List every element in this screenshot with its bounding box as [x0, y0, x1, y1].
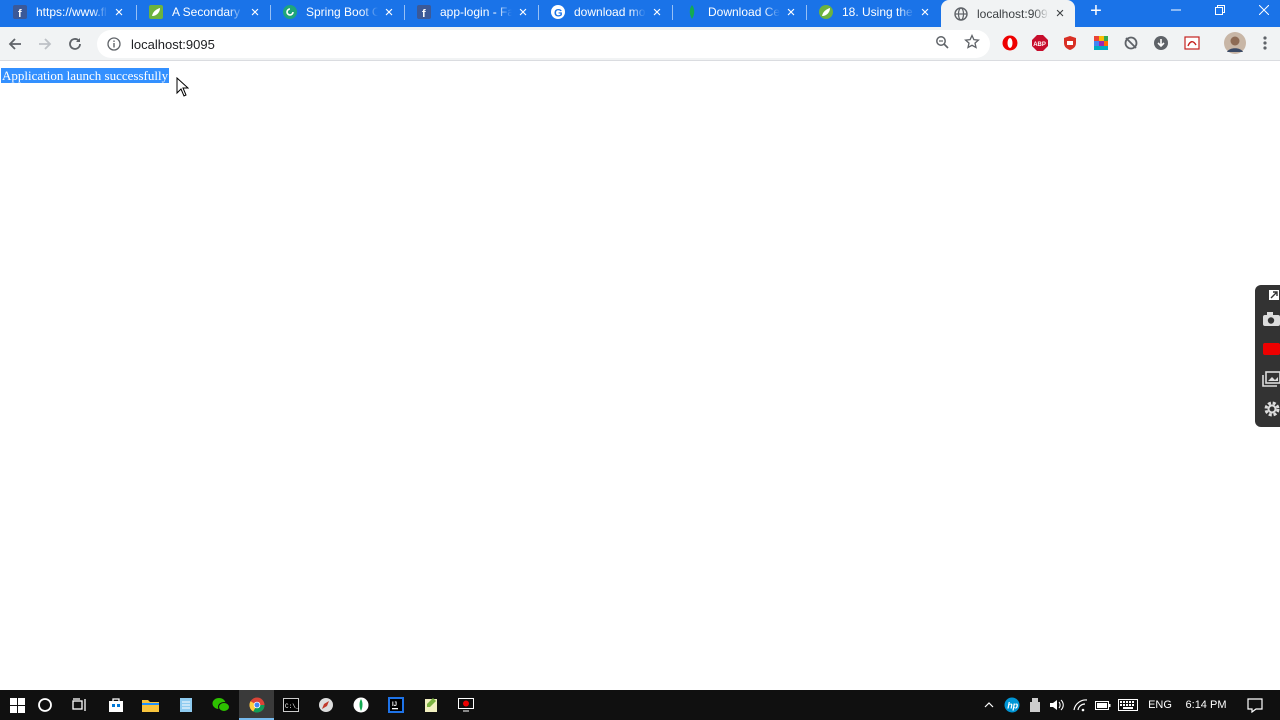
address-bar[interactable]: localhost:9095 — [97, 30, 990, 58]
windows-taskbar: C:\_ IJ hp ENG 6:14 PM — [0, 690, 1280, 720]
chrome-icon[interactable] — [239, 690, 274, 720]
tab-title: Download Cen — [708, 5, 780, 19]
tab-title: 18. Using the — [842, 5, 914, 19]
bookmark-star-icon[interactable] — [963, 33, 981, 51]
screen-recorder-widget — [1255, 285, 1280, 427]
download-extension-icon[interactable] — [1153, 35, 1169, 51]
svg-text:C:\_: C:\_ — [285, 703, 299, 710]
svg-text:G: G — [554, 8, 563, 20]
sync-extension-icon[interactable] — [1123, 35, 1139, 51]
close-tab-icon[interactable]: × — [516, 5, 530, 20]
globe-icon — [954, 6, 968, 21]
command-prompt-icon[interactable]: C:\_ — [273, 690, 308, 720]
pdf-extension-icon[interactable] — [1184, 35, 1200, 51]
hp-icon[interactable]: hp — [1002, 690, 1022, 720]
mouse-cursor-icon — [176, 77, 189, 97]
svg-text:hp: hp — [1007, 701, 1018, 711]
close-tab-icon[interactable]: × — [248, 5, 262, 20]
gallery-icon[interactable] — [1255, 367, 1280, 391]
battery-icon[interactable] — [1093, 690, 1113, 720]
intellij-idea-icon[interactable]: IJ — [378, 690, 413, 720]
google-icon: G — [551, 5, 565, 19]
volume-icon[interactable] — [1047, 690, 1067, 720]
notifications-icon[interactable] — [1240, 690, 1270, 720]
task-view-icon[interactable] — [62, 690, 97, 720]
forward-button[interactable] — [32, 31, 58, 57]
tab-4[interactable]: f app-login - Fa × — [404, 0, 538, 24]
video-record-icon[interactable] — [1255, 337, 1280, 361]
close-tab-icon[interactable]: × — [112, 5, 126, 20]
reload-button[interactable] — [62, 31, 88, 57]
pin-icon[interactable] — [1255, 288, 1280, 302]
tab-6[interactable]: Download Cen × — [672, 0, 806, 24]
language-indicator[interactable]: ENG — [1144, 690, 1176, 720]
refresh-green-icon — [283, 5, 297, 19]
keyboard-icon[interactable] — [1116, 690, 1140, 720]
launch-message: Application launch successfully — [1, 68, 170, 83]
svg-text:f: f — [422, 8, 426, 19]
back-button[interactable] — [2, 31, 28, 57]
tab-3[interactable]: Spring Boot O × — [270, 0, 404, 24]
camera-icon[interactable] — [1255, 307, 1280, 331]
svg-text:ABP: ABP — [1033, 42, 1046, 48]
minimize-button[interactable] — [1154, 0, 1198, 20]
facebook-icon: f — [417, 5, 431, 19]
page-content: Application launch successfully — [0, 62, 1280, 690]
tab-title: app-login - Fa — [440, 5, 512, 19]
usb-device-icon[interactable] — [1026, 690, 1044, 720]
tab-7[interactable]: 18. Using the × — [806, 0, 940, 24]
close-tab-icon[interactable]: × — [918, 5, 932, 20]
rocket-app-icon[interactable] — [308, 690, 343, 720]
color-grid-extension-icon[interactable] — [1093, 35, 1109, 51]
search-cortana-icon[interactable] — [27, 690, 62, 720]
store-icon[interactable] — [98, 690, 133, 720]
file-explorer-icon[interactable] — [133, 690, 168, 720]
tab-title: Spring Boot O — [306, 5, 378, 19]
shield-extension-icon[interactable] — [1062, 35, 1078, 51]
browser-toolbar: localhost:9095 ABP — [0, 27, 1280, 61]
notepad-plus-icon[interactable] — [413, 690, 448, 720]
svg-text:IJ: IJ — [392, 702, 397, 708]
spring-leaf-icon — [149, 5, 163, 19]
mongodb-compass-icon[interactable] — [343, 690, 378, 720]
wifi-icon[interactable] — [1071, 690, 1091, 720]
facebook-icon: f — [13, 5, 27, 19]
tab-title: https://www.fl — [36, 5, 108, 19]
zoom-icon[interactable] — [933, 33, 951, 51]
restore-button[interactable] — [1198, 0, 1242, 20]
spring-leaf-icon — [819, 5, 833, 19]
url-text: localhost:9095 — [131, 36, 215, 52]
tab-title: download mo — [574, 5, 646, 19]
tab-1[interactable]: f https://www.fl × — [0, 0, 134, 24]
tab-5[interactable]: G download mo × — [538, 0, 672, 24]
close-tab-icon[interactable]: × — [650, 5, 664, 20]
notepad-icon[interactable] — [168, 690, 203, 720]
close-tab-icon[interactable]: × — [784, 5, 798, 20]
close-window-button[interactable] — [1242, 0, 1280, 20]
tab-strip: f https://www.fl × A Secondary F × Sprin… — [0, 0, 1280, 27]
wechat-icon[interactable] — [203, 690, 238, 720]
tab-title: localhost:9095 — [977, 6, 1049, 21]
tab-2[interactable]: A Secondary F × — [136, 0, 270, 24]
new-tab-button[interactable]: + — [1084, 0, 1108, 22]
screen-recorder-app-icon[interactable] — [448, 690, 483, 720]
profile-avatar[interactable] — [1224, 32, 1246, 54]
svg-text:f: f — [18, 8, 22, 19]
show-hidden-icons-chevron-icon[interactable] — [980, 690, 998, 720]
close-tab-icon[interactable]: × — [1053, 6, 1067, 21]
site-info-icon[interactable] — [106, 36, 122, 52]
clock-time[interactable]: 6:14 PM — [1180, 690, 1232, 720]
close-tab-icon[interactable]: × — [382, 5, 396, 20]
mongodb-leaf-icon — [685, 5, 699, 19]
tab-title: A Secondary F — [172, 5, 244, 19]
settings-gear-icon[interactable] — [1255, 397, 1280, 421]
menu-kebab-icon[interactable] — [1257, 35, 1273, 51]
adblock-plus-icon[interactable]: ABP — [1032, 35, 1048, 51]
opera-extension-icon[interactable] — [1002, 35, 1018, 51]
tab-8-active[interactable]: localhost:9095 × — [941, 0, 1075, 27]
